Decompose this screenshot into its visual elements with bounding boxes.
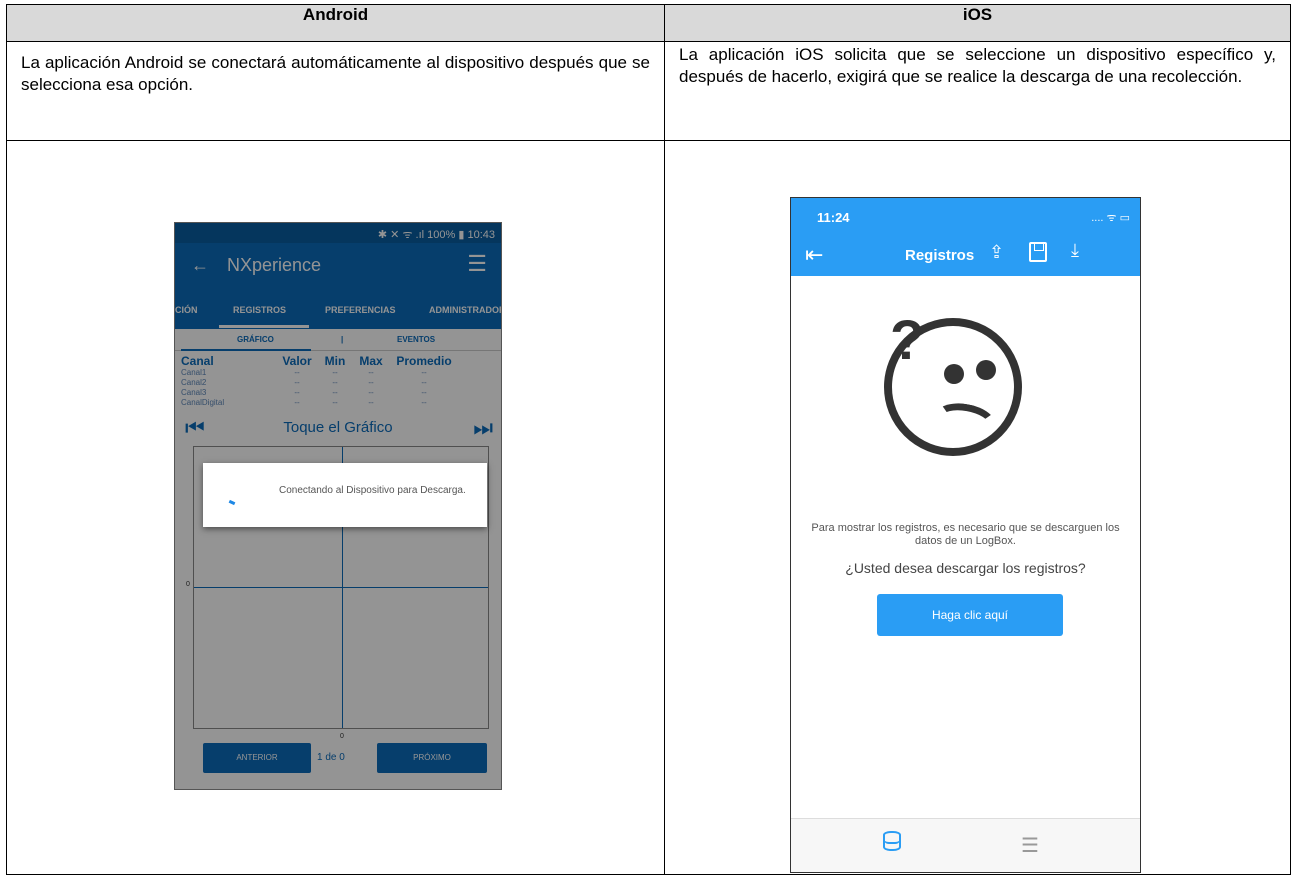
comparison-table: Android iOS La aplicación Android se con…	[6, 3, 1291, 875]
question-mark-icon: ?	[890, 308, 925, 372]
android-description: La aplicación Android se conectará autom…	[6, 41, 665, 142]
click-here-button[interactable]: Haga clic aquí	[877, 594, 1063, 637]
dialog-message: Conectando al Dispositivo para Descarga.	[279, 485, 466, 497]
ios-screenshot-cell: 11:24 .... ᯤ ▭ ⇤ Registros ⇪ ⤓ ? Para mo…	[664, 140, 1291, 875]
ios-nav-bar: 11:24 .... ᯤ ▭ ⇤ Registros ⇪ ⤓	[791, 198, 1140, 277]
download-icon[interactable]: ⤓	[1071, 240, 1079, 261]
empty-state-message: Para mostrar los registros, es necesario…	[811, 522, 1120, 548]
header-ios: iOS	[664, 3, 1291, 43]
face-mouth	[931, 399, 999, 444]
share-icon[interactable]: ⇪	[989, 242, 1004, 263]
database-icon[interactable]	[883, 831, 901, 852]
hamburger-menu-icon[interactable]: ☰	[1021, 833, 1039, 858]
ios-phone-screenshot: 11:24 .... ᯤ ▭ ⇤ Registros ⇪ ⤓ ? Para mo…	[790, 197, 1141, 874]
android-phone-screenshot: ✱ ✕ ᯤ .ıl 100% ▮ 10:43 ← NXperience ☰ CI…	[174, 222, 502, 791]
ios-title: Registros	[905, 247, 975, 265]
face-eye-right	[976, 360, 996, 381]
face-eye-left	[944, 364, 964, 385]
android-screenshot-cell: ✱ ✕ ᯤ .ıl 100% ▮ 10:43 ← NXperience ☰ CI…	[6, 140, 665, 875]
progress-spinner-icon	[228, 500, 236, 506]
connecting-dialog: Conectando al Dispositivo para Descarga.	[203, 463, 487, 528]
download-question: ¿Usted desea descargar los registros?	[845, 560, 1086, 577]
save-icon[interactable]	[1029, 242, 1047, 263]
confused-face-icon: ?	[884, 312, 1022, 457]
ios-time: 11:24	[817, 210, 850, 226]
ios-description: La aplicación iOS solicita que se selecc…	[664, 41, 1291, 142]
header-android: Android	[6, 3, 665, 43]
ios-tab-bar: ☰	[791, 818, 1140, 873]
ios-status-icons: .... ᯤ ▭	[1091, 212, 1130, 225]
exit-icon[interactable]: ⇤	[805, 242, 823, 268]
